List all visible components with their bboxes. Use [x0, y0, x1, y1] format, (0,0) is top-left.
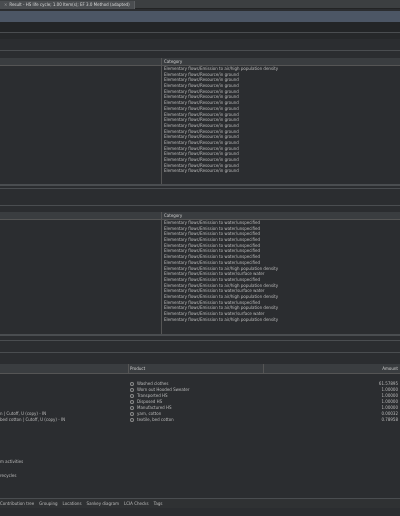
left-note-1: m activities — [0, 459, 24, 464]
tab-tags[interactable]: Tags — [154, 499, 163, 508]
column-header-category[interactable]: Category — [162, 58, 400, 66]
product-cell: Washed clothes — [137, 381, 169, 386]
provider-cell: bed cotton | Cutoff, U (copy) - IN — [0, 417, 66, 422]
result-page-tabs: Contribution tree Grouping Locations Sankey… — [0, 498, 400, 508]
product-radio-icon[interactable] — [130, 388, 134, 392]
section-spacer — [0, 22, 400, 32]
tab-grouping[interactable]: Grouping — [39, 499, 57, 508]
horizontal-scrollbar[interactable] — [0, 184, 400, 186]
editor-tab-bar: × Result - HS life cycle; 1.00 Item(s); E… — [0, 0, 400, 9]
section-separator — [0, 205, 400, 206]
form-header-band — [0, 11, 400, 22]
column-header-category[interactable]: Category — [162, 212, 400, 220]
inventory-table-1: Category Elementary flows/Emission to ai… — [0, 58, 400, 184]
section-title-bar — [0, 33, 400, 39]
column-divider — [128, 364, 129, 374]
section-separator — [0, 340, 400, 341]
product-radio-icon[interactable] — [130, 412, 134, 416]
column-header-provider[interactable] — [0, 364, 128, 374]
section-separator — [0, 50, 400, 51]
column-divider — [263, 364, 264, 374]
table-row[interactable]: bed cotton | Cutoff, U (copy) - IN textil… — [0, 417, 400, 423]
tab-locations[interactable]: Locations — [63, 499, 82, 508]
result-tab[interactable]: × Result - HS life cycle; 1.00 Item(s); E… — [0, 1, 135, 9]
product-table: Product Amount Washed clothes 61.57895 Wor… — [0, 364, 400, 434]
product-cell: Transported HS — [137, 393, 168, 398]
product-radio-icon[interactable] — [130, 382, 134, 386]
column-header-product[interactable]: Product — [128, 364, 263, 374]
tab-sankey-diagram[interactable]: Sankey diagram — [87, 499, 119, 508]
product-cell: textile, bed cotton — [137, 417, 174, 422]
product-cell: Worn out Hooded Sweater — [137, 387, 190, 392]
result-tab-title: Result - HS life cycle; 1.00 Item(s); EF… — [9, 2, 130, 7]
column-header-amount[interactable]: Amount — [263, 364, 400, 374]
tab-contribution-tree[interactable]: Contribution tree — [0, 499, 34, 508]
horizontal-scrollbar[interactable] — [0, 334, 400, 336]
amount-cell: 0.78958 — [381, 417, 398, 422]
column-header-name[interactable] — [0, 58, 162, 66]
table-2-rows: Elementary flows/Emission to water/unspe… — [162, 220, 400, 322]
product-cell: Manufactured HS — [137, 405, 172, 410]
column-header-name[interactable] — [0, 212, 162, 220]
product-cell: Disposed HS — [137, 399, 163, 404]
product-radio-icon[interactable] — [130, 400, 134, 404]
inventory-table-2: Category Elementary flows/Emission to wa… — [0, 212, 400, 334]
bottom-tab-list: Contribution tree Grouping Locations Sankey… — [0, 499, 400, 508]
close-icon[interactable]: × — [4, 1, 7, 9]
product-table-rows: Washed clothes 61.57895 Worn out Hooded Sw… — [0, 381, 400, 423]
product-cell: yarn, cotton — [137, 411, 162, 416]
section-separator — [0, 188, 400, 189]
left-note-2: recycles — [0, 473, 17, 478]
tab-lcia-checks[interactable]: LCIA Checks — [124, 499, 149, 508]
product-radio-icon[interactable] — [130, 406, 134, 410]
table-1-rows: Elementary flows/Emission to air/high po… — [162, 66, 400, 174]
table-row[interactable]: Elementary flows/Resource/in ground — [162, 168, 400, 174]
product-radio-icon[interactable] — [130, 394, 134, 398]
table-row[interactable]: Elementary flows/Emission to air/high po… — [162, 317, 400, 323]
product-radio-icon[interactable] — [130, 418, 134, 422]
section-separator — [0, 352, 400, 353]
